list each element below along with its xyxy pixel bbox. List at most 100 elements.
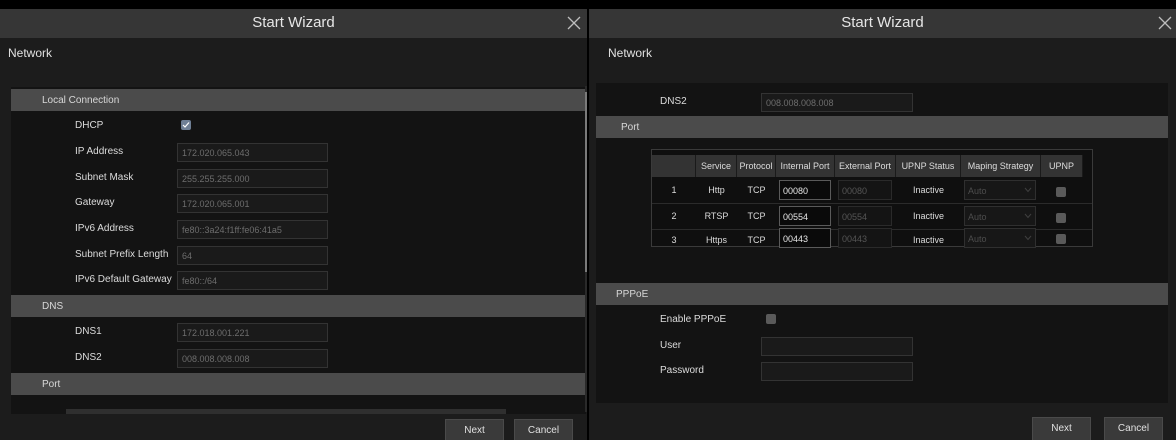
internal-port-field[interactable]: 00080	[779, 180, 831, 200]
enable-pppoe-checkbox[interactable]	[766, 314, 776, 324]
service-cell: RTSP	[704, 211, 729, 221]
dns2-field[interactable]: 008.008.008.008	[177, 349, 328, 368]
title-bar: Start Wizard	[0, 9, 587, 38]
ip-address-label: IP Address	[75, 146, 124, 157]
internal-port-field[interactable]: 00554	[779, 206, 831, 226]
upnp-status-cell: Inactive	[912, 185, 945, 195]
subnet-mask-field[interactable]: 255.255.255.000	[177, 169, 328, 188]
dns2-label: DNS2	[660, 96, 687, 107]
external-port-field[interactable]: 00554	[838, 206, 892, 226]
section-title: Network	[608, 46, 653, 60]
row-index: 3	[671, 235, 677, 245]
row-index: 1	[671, 185, 677, 195]
close-icon[interactable]	[1157, 15, 1173, 31]
subnet-mask-label: Subnet Mask	[75, 172, 134, 183]
table-header: UPNP	[1041, 155, 1083, 177]
ipv6-address-field[interactable]: fe80::3a24:f1ff:fe06:41a5	[177, 220, 328, 239]
network-settings-pane: DNS2 008.008.008.008 Port Service Protoc…	[596, 83, 1168, 403]
select-value: Auto	[968, 212, 987, 222]
upnp-checkbox[interactable]	[1056, 234, 1066, 244]
start-wizard-dialog-right: Start Wizard Network DNS2 008.008.008.00…	[589, 9, 1176, 440]
gateway-field[interactable]: 172.020.065.001	[177, 194, 328, 213]
check-icon	[182, 122, 190, 128]
close-icon[interactable]	[566, 15, 582, 31]
ipv6-gateway-field[interactable]: fe80::/64	[177, 271, 328, 290]
protocol-cell: TCP	[747, 235, 766, 245]
user-field[interactable]	[761, 337, 913, 356]
vertical-scrollbar[interactable]	[585, 86, 587, 412]
dialog-title: Start Wizard	[841, 14, 924, 31]
table-header-index	[652, 155, 696, 177]
group-label: PPPoE	[616, 289, 649, 300]
subnet-mask-row: Subnet Mask 255.255.255.000	[11, 166, 586, 191]
ipv6-address-label: IPv6 Address	[75, 223, 134, 234]
subnet-prefix-row: Subnet Prefix Length 64	[11, 243, 586, 268]
gateway-row: Gateway 172.020.065.001	[11, 191, 586, 216]
cancel-button[interactable]: Cancel	[1104, 417, 1163, 440]
port-table: Service Protocol Internal Port External …	[651, 149, 1093, 248]
group-label: Port	[621, 122, 640, 133]
dns2-label: DNS2	[75, 352, 102, 363]
port-table-edge	[66, 409, 506, 414]
gateway-label: Gateway	[75, 197, 115, 208]
dns1-row: DNS1 172.018.001.221	[11, 320, 586, 345]
service-cell: Http	[708, 185, 725, 195]
next-button[interactable]: Next	[1032, 417, 1091, 440]
external-port-field[interactable]: 00080	[838, 180, 892, 200]
dns2-row: DNS2 008.008.008.008	[11, 346, 586, 371]
scrollbar-thumb[interactable]	[585, 92, 587, 272]
upnp-checkbox[interactable]	[1056, 187, 1066, 197]
dhcp-row: DHCP	[11, 114, 586, 139]
table-header: Internal Port	[776, 155, 835, 177]
password-row: Password	[596, 359, 1168, 384]
next-button[interactable]: Next	[445, 419, 504, 440]
internal-port-field[interactable]: 00443	[779, 228, 831, 248]
dns-group: DNS	[11, 295, 586, 317]
user-row: User	[596, 334, 1168, 359]
select-value: Auto	[968, 186, 987, 196]
mapping-strategy-select[interactable]: Auto	[964, 206, 1036, 226]
mapping-strategy-select[interactable]: Auto	[964, 180, 1036, 200]
group-label: Local Connection	[42, 95, 120, 106]
dns2-field[interactable]: 008.008.008.008	[761, 93, 913, 112]
table-header: Maping Strategy	[961, 155, 1041, 177]
ipv6-address-row: IPv6 Address fe80::3a24:f1ff:fe06:41a5	[11, 217, 586, 242]
password-field[interactable]	[761, 362, 913, 381]
group-label: Port	[42, 379, 61, 390]
ip-address-row: IP Address 172.020.065.043	[11, 140, 586, 165]
dns1-field[interactable]: 172.018.001.221	[177, 323, 328, 342]
start-wizard-dialog-left: Start Wizard Network Local Connection DH…	[0, 9, 587, 440]
chevron-down-icon	[1024, 213, 1032, 219]
upnp-status-cell: Inactive	[912, 211, 945, 221]
network-settings-pane: Local Connection DHCP IP Address 172.020…	[11, 87, 586, 414]
group-label: DNS	[42, 301, 64, 312]
title-bar: Start Wizard	[589, 9, 1176, 38]
enable-pppoe-row: Enable PPPoE	[596, 308, 1168, 333]
table-header: UPNP Status	[896, 155, 961, 177]
chevron-down-icon	[1024, 187, 1032, 193]
pppoe-group: PPPoE	[596, 283, 1168, 305]
port-group: Port	[596, 116, 1168, 138]
subnet-prefix-label: Subnet Prefix Length	[75, 249, 169, 260]
user-label: User	[660, 340, 682, 351]
dialog-title: Start Wizard	[252, 14, 335, 31]
dns2-row: DNS2 008.008.008.008	[596, 90, 1168, 115]
section-title: Network	[8, 46, 53, 60]
external-port-field[interactable]: 00443	[838, 228, 892, 248]
protocol-cell: TCP	[747, 185, 766, 195]
table-header: Protocol	[737, 155, 776, 177]
protocol-cell: TCP	[747, 211, 766, 221]
dhcp-checkbox[interactable]	[181, 120, 191, 130]
upnp-checkbox[interactable]	[1056, 213, 1066, 223]
ipv6-gateway-label: IPv6 Default Gateway	[75, 274, 172, 285]
port-group: Port	[11, 373, 586, 395]
chevron-down-icon	[1024, 235, 1032, 241]
enable-pppoe-label: Enable PPPoE	[660, 314, 727, 325]
subnet-prefix-field[interactable]: 64	[177, 246, 328, 265]
ip-address-field[interactable]: 172.020.065.043	[177, 143, 328, 162]
local-connection-group: Local Connection	[11, 89, 586, 111]
mapping-strategy-select[interactable]: Auto	[964, 228, 1036, 248]
table-header: External Port	[835, 155, 896, 177]
table-header: Service	[696, 155, 737, 177]
cancel-button[interactable]: Cancel	[514, 419, 573, 440]
